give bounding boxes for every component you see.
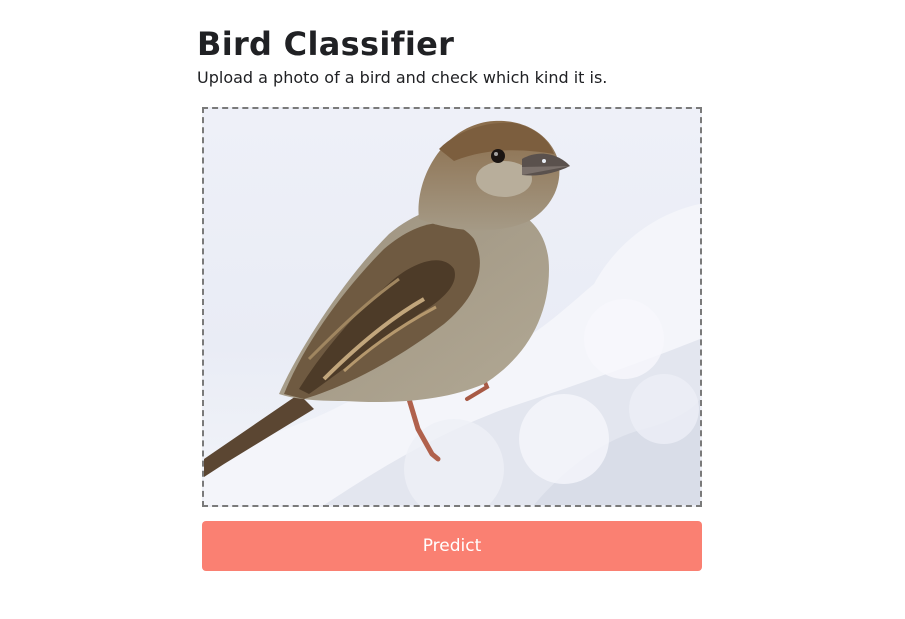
predict-button[interactable]: Predict: [202, 521, 702, 571]
app-container: Bird Classifier Upload a photo of a bird…: [197, 20, 707, 571]
page-title: Bird Classifier: [197, 25, 455, 63]
uploaded-bird-image: [204, 109, 700, 505]
page-subtitle: Upload a photo of a bird and check which…: [197, 68, 608, 87]
image-upload-dropzone[interactable]: [202, 107, 702, 507]
